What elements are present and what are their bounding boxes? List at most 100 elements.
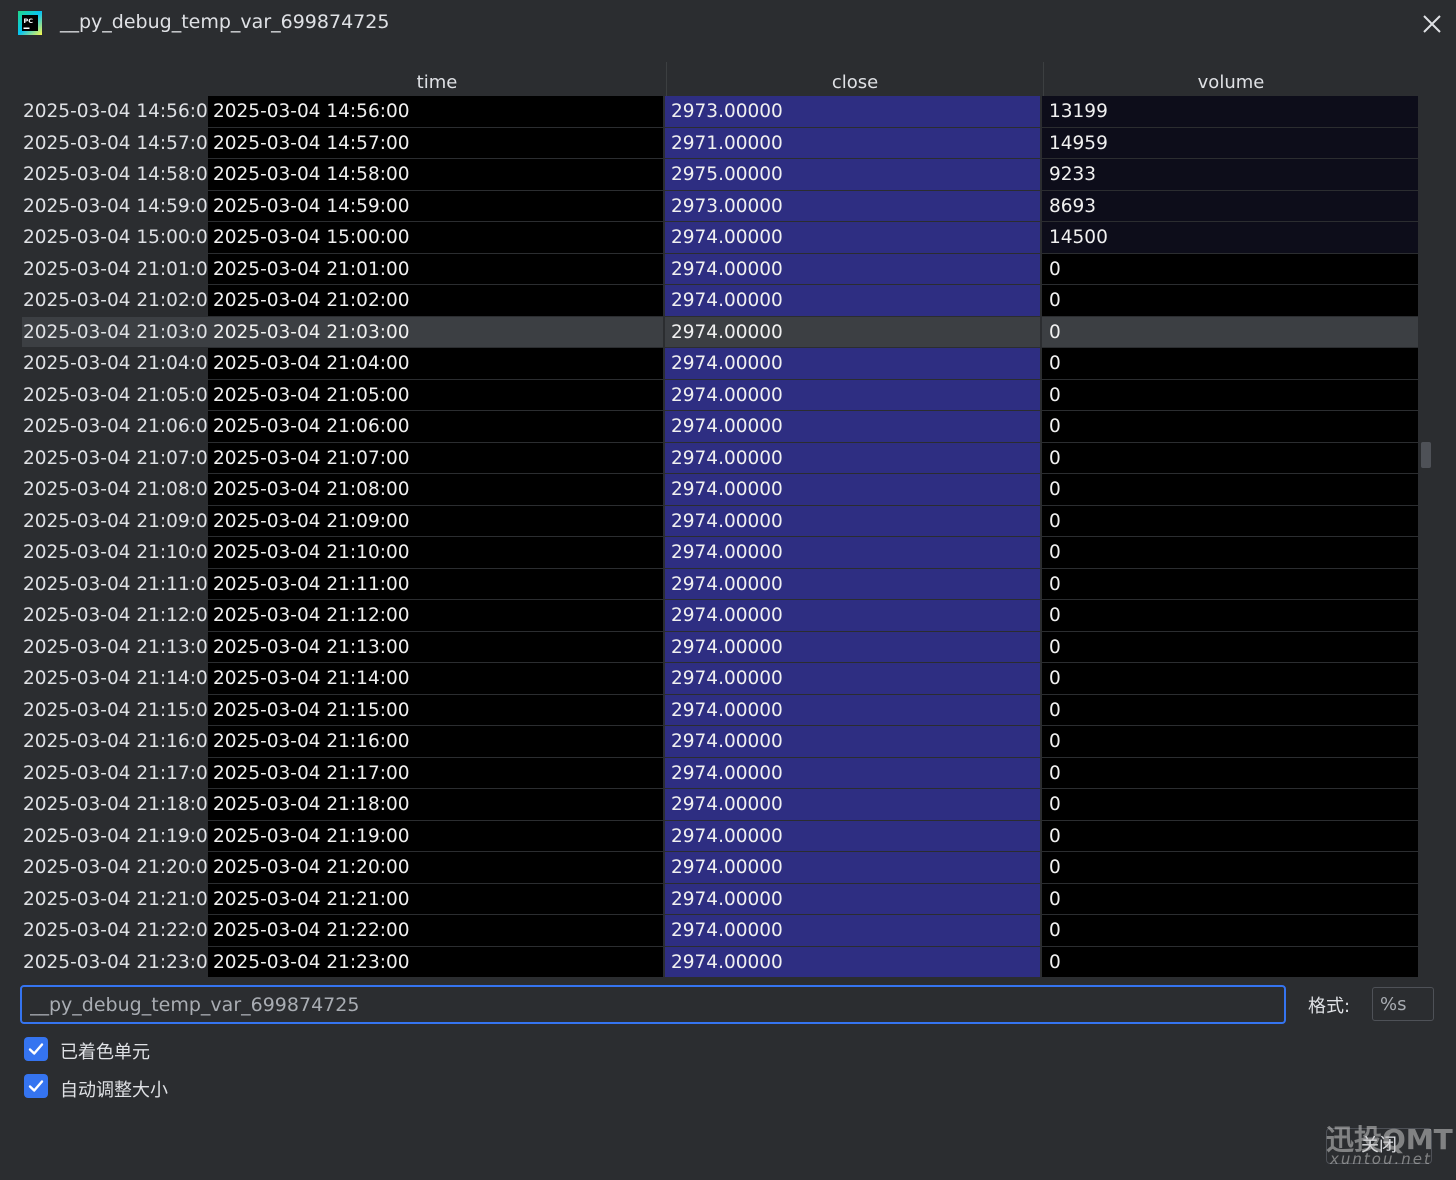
- table-row[interactable]: 2025-03-04 21:04:00 2025-03-04 21:04:00 29…: [22, 348, 1418, 380]
- table-row[interactable]: 2025-03-04 21:22:00 2025-03-04 21:22:00 29…: [22, 915, 1418, 947]
- close-cell[interactable]: 2971.00000: [665, 127, 1042, 159]
- row-index-cell[interactable]: 2025-03-04 21:14:00: [22, 663, 208, 695]
- close-cell[interactable]: 2973.00000: [665, 190, 1042, 222]
- table-row[interactable]: 2025-03-04 21:01:00 2025-03-04 21:01:00 29…: [22, 253, 1418, 285]
- row-index-cell[interactable]: 2025-03-04 21:12:00: [22, 600, 208, 632]
- table-row[interactable]: 2025-03-04 21:13:00 2025-03-04 21:13:00 29…: [22, 631, 1418, 663]
- table-row[interactable]: 2025-03-04 14:56:00 2025-03-04 14:56:00 29…: [22, 96, 1418, 128]
- close-cell[interactable]: 2974.00000: [665, 285, 1042, 317]
- time-cell[interactable]: 2025-03-04 21:13:00: [208, 631, 665, 663]
- table-row[interactable]: 2025-03-04 21:17:00 2025-03-04 21:17:00 29…: [22, 757, 1418, 789]
- time-cell[interactable]: 2025-03-04 21:09:00: [208, 505, 665, 537]
- time-cell[interactable]: 2025-03-04 21:05:00: [208, 379, 665, 411]
- time-cell[interactable]: 2025-03-04 14:57:00: [208, 127, 665, 159]
- row-index-cell[interactable]: 2025-03-04 21:20:00: [22, 852, 208, 884]
- row-index-cell[interactable]: 2025-03-04 21:10:00: [22, 537, 208, 569]
- table-row[interactable]: 2025-03-04 21:08:00 2025-03-04 21:08:00 29…: [22, 474, 1418, 506]
- table-row[interactable]: 2025-03-04 15:00:00 2025-03-04 15:00:00 29…: [22, 222, 1418, 254]
- time-cell[interactable]: 2025-03-04 21:14:00: [208, 663, 665, 695]
- table-row[interactable]: 2025-03-04 21:05:00 2025-03-04 21:05:00 29…: [22, 379, 1418, 411]
- close-cell[interactable]: 2974.00000: [665, 663, 1042, 695]
- row-index-cell[interactable]: 2025-03-04 21:11:00: [22, 568, 208, 600]
- time-cell[interactable]: 2025-03-04 21:08:00: [208, 474, 665, 506]
- volume-cell[interactable]: 0: [1042, 631, 1418, 663]
- time-cell[interactable]: 2025-03-04 14:59:00: [208, 190, 665, 222]
- row-index-cell[interactable]: 2025-03-04 21:08:00: [22, 474, 208, 506]
- close-cell[interactable]: 2974.00000: [665, 757, 1042, 789]
- close-cell[interactable]: 2974.00000: [665, 348, 1042, 380]
- data-grid[interactable]: time close volume 2025-03-04 14:56:00 202…: [22, 62, 1418, 978]
- close-cell[interactable]: 2974.00000: [665, 442, 1042, 474]
- close-cell[interactable]: 2974.00000: [665, 915, 1042, 947]
- close-cell[interactable]: 2974.00000: [665, 694, 1042, 726]
- column-header-volume[interactable]: volume: [1044, 62, 1418, 96]
- table-row[interactable]: 2025-03-04 21:21:00 2025-03-04 21:21:00 29…: [22, 883, 1418, 915]
- row-index-cell[interactable]: 2025-03-04 21:04:00: [22, 348, 208, 380]
- volume-cell[interactable]: 0: [1042, 442, 1418, 474]
- table-row[interactable]: 2025-03-04 21:09:00 2025-03-04 21:09:00 29…: [22, 505, 1418, 537]
- row-index-cell[interactable]: 2025-03-04 21:16:00: [22, 726, 208, 758]
- time-cell[interactable]: 2025-03-04 14:56:00: [208, 96, 665, 128]
- close-cell[interactable]: 2973.00000: [665, 96, 1042, 128]
- row-index-cell[interactable]: 2025-03-04 21:06:00: [22, 411, 208, 443]
- column-header-time[interactable]: time: [208, 62, 667, 96]
- volume-cell[interactable]: 13199: [1042, 96, 1418, 128]
- time-cell[interactable]: 2025-03-04 21:23:00: [208, 946, 665, 978]
- close-cell[interactable]: 2974.00000: [665, 379, 1042, 411]
- close-icon[interactable]: [1417, 9, 1447, 39]
- row-index-cell[interactable]: 2025-03-04 21:07:00: [22, 442, 208, 474]
- close-cell[interactable]: 2974.00000: [665, 852, 1042, 884]
- time-cell[interactable]: 2025-03-04 21:18:00: [208, 789, 665, 821]
- close-cell[interactable]: 2974.00000: [665, 883, 1042, 915]
- time-cell[interactable]: 2025-03-04 15:00:00: [208, 222, 665, 254]
- row-index-cell[interactable]: 2025-03-04 21:15:00: [22, 694, 208, 726]
- time-cell[interactable]: 2025-03-04 21:12:00: [208, 600, 665, 632]
- volume-cell[interactable]: 0: [1042, 285, 1418, 317]
- table-row[interactable]: 2025-03-04 21:20:00 2025-03-04 21:20:00 29…: [22, 852, 1418, 884]
- column-header-close[interactable]: close: [667, 62, 1044, 96]
- close-cell[interactable]: 2974.00000: [665, 789, 1042, 821]
- volume-cell[interactable]: 0: [1042, 411, 1418, 443]
- volume-cell[interactable]: 0: [1042, 253, 1418, 285]
- time-cell[interactable]: 2025-03-04 21:21:00: [208, 883, 665, 915]
- row-index-cell[interactable]: 2025-03-04 14:58:00: [22, 159, 208, 191]
- row-index-cell[interactable]: 2025-03-04 21:22:00: [22, 915, 208, 947]
- format-input[interactable]: [1372, 987, 1434, 1021]
- volume-cell[interactable]: 0: [1042, 474, 1418, 506]
- volume-cell[interactable]: 0: [1042, 726, 1418, 758]
- table-row[interactable]: 2025-03-04 21:06:00 2025-03-04 21:06:00 29…: [22, 411, 1418, 443]
- variable-name-input[interactable]: [20, 985, 1286, 1024]
- close-cell[interactable]: 2974.00000: [665, 253, 1042, 285]
- time-cell[interactable]: 2025-03-04 21:07:00: [208, 442, 665, 474]
- time-cell[interactable]: 2025-03-04 21:19:00: [208, 820, 665, 852]
- volume-cell[interactable]: 0: [1042, 883, 1418, 915]
- close-cell[interactable]: 2974.00000: [665, 505, 1042, 537]
- row-index-cell[interactable]: 2025-03-04 21:02:00: [22, 285, 208, 317]
- time-cell[interactable]: 2025-03-04 21:16:00: [208, 726, 665, 758]
- row-index-cell[interactable]: 2025-03-04 21:03:00: [22, 316, 208, 348]
- volume-cell[interactable]: 0: [1042, 568, 1418, 600]
- row-index-cell[interactable]: 2025-03-04 21:17:00: [22, 757, 208, 789]
- row-index-cell[interactable]: 2025-03-04 21:13:00: [22, 631, 208, 663]
- row-index-cell[interactable]: 2025-03-04 14:59:00: [22, 190, 208, 222]
- close-cell[interactable]: 2974.00000: [665, 946, 1042, 978]
- time-cell[interactable]: 2025-03-04 21:20:00: [208, 852, 665, 884]
- volume-cell[interactable]: 0: [1042, 348, 1418, 380]
- volume-cell[interactable]: 8693: [1042, 190, 1418, 222]
- time-cell[interactable]: 2025-03-04 14:58:00: [208, 159, 665, 191]
- row-index-cell[interactable]: 2025-03-04 14:57:00: [22, 127, 208, 159]
- row-index-cell[interactable]: 2025-03-04 21:18:00: [22, 789, 208, 821]
- volume-cell[interactable]: 0: [1042, 852, 1418, 884]
- close-cell[interactable]: 2974.00000: [665, 316, 1042, 348]
- row-index-cell[interactable]: 2025-03-04 21:05:00: [22, 379, 208, 411]
- time-cell[interactable]: 2025-03-04 21:11:00: [208, 568, 665, 600]
- row-index-cell[interactable]: 2025-03-04 21:21:00: [22, 883, 208, 915]
- volume-cell[interactable]: 0: [1042, 789, 1418, 821]
- close-cell[interactable]: 2974.00000: [665, 222, 1042, 254]
- volume-cell[interactable]: 14959: [1042, 127, 1418, 159]
- close-cell[interactable]: 2974.00000: [665, 600, 1042, 632]
- table-row[interactable]: 2025-03-04 21:07:00 2025-03-04 21:07:00 29…: [22, 442, 1418, 474]
- table-row[interactable]: 2025-03-04 21:12:00 2025-03-04 21:12:00 29…: [22, 600, 1418, 632]
- table-row[interactable]: 2025-03-04 21:23:00 2025-03-04 21:23:00 29…: [22, 946, 1418, 978]
- volume-cell[interactable]: 0: [1042, 316, 1418, 348]
